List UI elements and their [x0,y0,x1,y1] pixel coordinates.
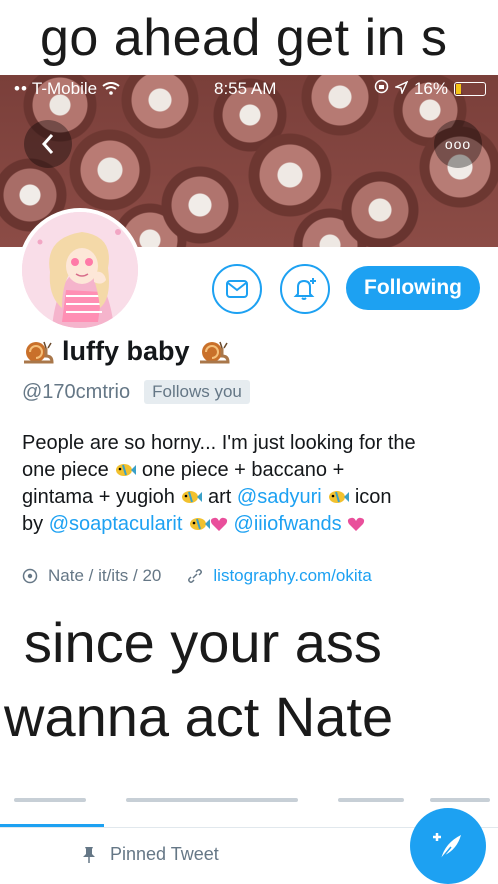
compose-feather-icon [433,833,461,860]
bell-plus-icon [293,278,316,300]
pin-icon [83,846,95,863]
tab-tweets[interactable] [14,798,86,802]
battery-icon [454,82,486,96]
snail-emoji-icon [24,341,54,363]
profile-bio: People are so horny... I'm just looking … [22,430,484,538]
profile-name-row: luffy baby [22,336,230,367]
middle-caption-line-1: since your ass [24,611,382,674]
tab-media[interactable] [338,798,404,802]
profile-website[interactable]: listography.com/okita [213,566,371,586]
follows-you-badge: Follows you [144,380,250,404]
message-button[interactable] [212,264,262,314]
compose-tweet-button[interactable] [410,808,486,884]
mention-link-sadyuri[interactable]: @sadyuri [237,486,322,508]
battery-percent: 16% [413,79,448,98]
bio-line-4: by @soaptacularit @iiiofwands [22,511,484,538]
signal-icon: •• [14,79,28,98]
profile-name: luffy baby [62,336,190,366]
carrier: •• T-Mobile [14,79,120,99]
envelope-icon [226,280,248,298]
notification-button[interactable] [280,264,330,314]
handle-row: @170cmtrio Follows you [22,380,250,404]
profile-location: Nate / it/its / 20 [48,566,162,585]
following-button[interactable]: Following [346,266,480,310]
mention-link-soaptacularit[interactable]: @soaptacularit [49,513,183,535]
orientation-lock-icon [374,79,389,99]
carrier-name: T-Mobile [31,79,98,98]
snail-emoji-icon [199,341,230,363]
status-time: 8:55 AM [214,79,277,98]
tab-tweets-and-replies[interactable] [126,798,298,802]
more-button[interactable]: ooo [434,120,482,168]
top-caption: go ahead get in s [0,0,498,75]
more-icon: ooo [444,136,472,152]
location-arrow-icon [393,79,409,99]
wifi-icon [102,79,120,98]
sparkle-heart-emoji-icon [348,517,365,531]
middle-caption-line-2: wanna act Nate [4,685,394,748]
fish-emoji-icon [189,518,210,530]
link-icon [188,569,203,583]
avatar[interactable] [18,208,142,332]
tab-likes[interactable] [430,798,490,802]
fish-emoji-icon [329,491,350,503]
bio-line-2: one piece one piece + baccano + [22,459,345,481]
chevron-left-icon [41,134,54,154]
mention-link-iiiofwands[interactable]: @iiiofwands [234,513,342,535]
status-right: 16% [374,79,486,99]
back-button[interactable] [24,120,72,168]
bio-line-1: People are so horny... I'm just looking … [22,432,416,454]
middle-caption: since your ass wanna act Nate [0,602,498,762]
pinned-tweet-text: Pinned Tweet [110,844,219,864]
fish-emoji-icon [182,491,203,503]
sparkle-heart-emoji-icon [210,517,228,531]
fish-emoji-icon [116,464,137,476]
top-caption-text: go ahead get in s [40,9,448,67]
profile-meta-row: Nate / it/its / 20 listography.com/okita [22,566,372,586]
profile-handle: @170cmtrio [22,380,131,403]
bio-line-3: gintama + yugioh art @sadyuri icon [22,486,392,508]
location-pin-icon [22,568,38,584]
pinned-tweet-label: Pinned Tweet [82,844,219,865]
status-bar: •• T-Mobile 8:55 AM 16% [0,75,498,103]
